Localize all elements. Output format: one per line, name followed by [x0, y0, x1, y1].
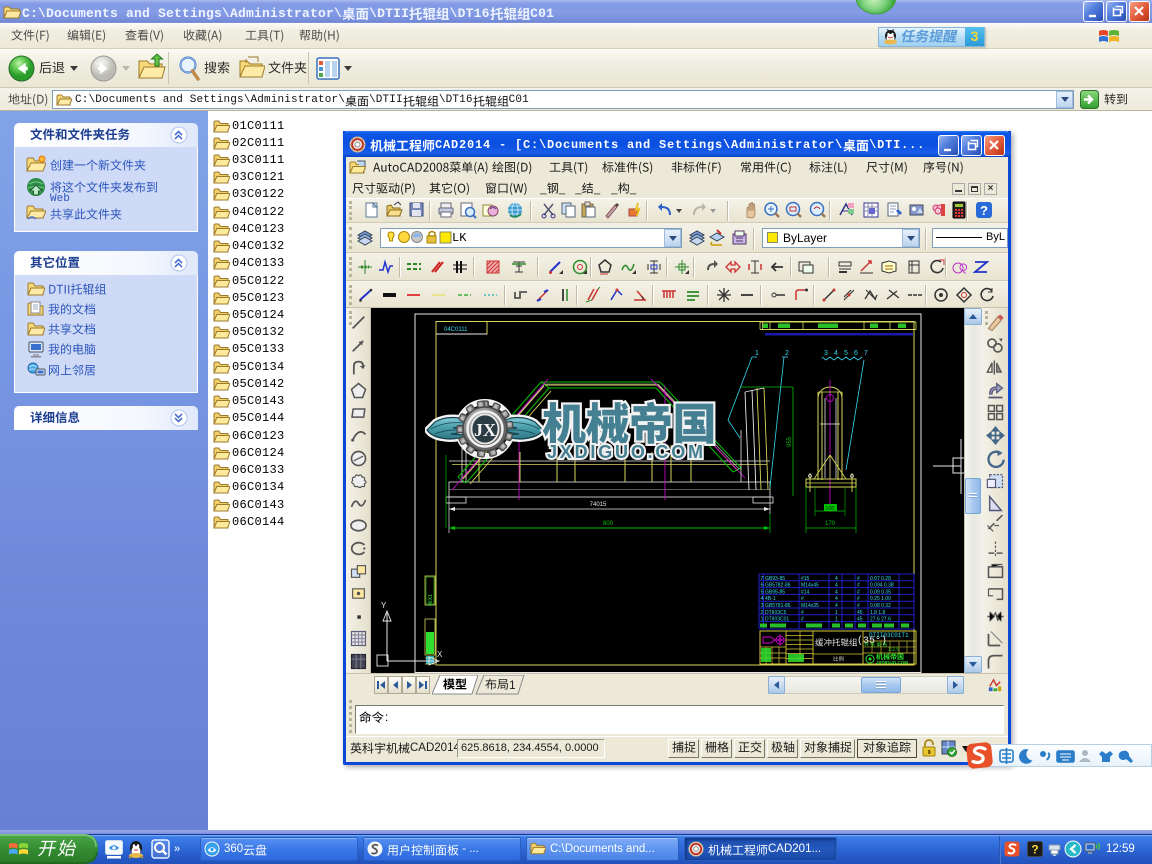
- svg-text:08X1: 08X1: [428, 594, 434, 606]
- svg-text:2: 2: [785, 350, 789, 357]
- svg-text:#: #: [857, 603, 860, 609]
- svg-text:1: 1: [761, 617, 764, 623]
- svg-text:45: 45: [857, 617, 863, 623]
- svg-text:#: #: [801, 610, 804, 616]
- svg-text:#15: #15: [801, 576, 810, 582]
- svg-text:#14: #14: [801, 589, 810, 595]
- svg-text:0.25 1.00: 0.25 1.00: [870, 596, 891, 602]
- svg-text:955: 955: [787, 436, 793, 447]
- svg-text:4: 4: [834, 350, 838, 357]
- svg-text:0.09 0.35: 0.09 0.35: [870, 589, 891, 595]
- svg-text:27.6 27.6: 27.6 27.6: [870, 617, 891, 623]
- svg-text:2: 2: [761, 610, 764, 616]
- svg-text:M14x35: M14x35: [801, 603, 819, 609]
- svg-text:4: 4: [835, 583, 838, 589]
- svg-text:6: 6: [761, 583, 764, 589]
- svg-text:4: 4: [835, 603, 838, 609]
- svg-text:M14x45: M14x45: [801, 583, 819, 589]
- svg-text:0.07 0.28: 0.07 0.28: [870, 576, 891, 582]
- svg-text:#: #: [857, 596, 860, 602]
- svg-text:6: 6: [854, 350, 858, 357]
- svg-text:100: 100: [825, 506, 834, 512]
- svg-text:?: ?: [980, 203, 988, 218]
- svg-text:GB93-85: GB93-85: [765, 576, 785, 582]
- svg-text:45: 45: [857, 610, 863, 616]
- svg-text:DTII03C01: DTII03C01: [765, 617, 789, 623]
- svg-text:1: 1: [835, 610, 838, 616]
- svg-text:1.8 1.8: 1.8 1.8: [870, 610, 886, 616]
- svg-text:GB95-85: GB95-85: [765, 589, 785, 595]
- svg-text:04C0111: 04C0111: [444, 327, 468, 333]
- svg-text:4B-1: 4B-1: [765, 596, 776, 602]
- svg-text:4: 4: [835, 576, 838, 582]
- svg-text:GB5782-86: GB5782-86: [765, 583, 791, 589]
- svg-text:1: 1: [835, 617, 838, 623]
- svg-text:#: #: [857, 576, 860, 582]
- svg-text:?: ?: [1031, 843, 1038, 857]
- svg-text:3: 3: [761, 603, 764, 609]
- svg-text:X: X: [437, 650, 443, 659]
- svg-text:#: #: [801, 596, 804, 602]
- svg-text:1: 1: [755, 350, 759, 357]
- svg-text:7: 7: [864, 350, 868, 357]
- svg-text:4: 4: [835, 596, 838, 602]
- svg-text:0.094 0.38: 0.094 0.38: [870, 583, 894, 589]
- svg-text:#: #: [857, 583, 860, 589]
- svg-text:4: 4: [835, 589, 838, 595]
- svg-text:4: 4: [761, 596, 764, 602]
- svg-text:#: #: [857, 589, 860, 595]
- svg-text:#: #: [801, 617, 804, 623]
- svg-text:GB5781-86: GB5781-86: [765, 603, 791, 609]
- svg-text:170: 170: [825, 521, 836, 527]
- svg-text:5: 5: [844, 350, 848, 357]
- svg-text:Q: Q: [959, 262, 968, 274]
- svg-text:JX: JX: [474, 420, 496, 440]
- svg-text:DTII03C5: DTII03C5: [765, 610, 787, 616]
- svg-text:3: 3: [824, 350, 828, 357]
- svg-text:Y: Y: [381, 601, 387, 610]
- svg-text:800: 800: [603, 521, 614, 527]
- svg-text:7: 7: [761, 576, 764, 582]
- svg-text:0.08 0.32: 0.08 0.32: [870, 603, 891, 609]
- svg-text:5: 5: [761, 589, 764, 595]
- svg-text:JXDIGUO.COM: JXDIGUO.COM: [547, 442, 706, 462]
- svg-text:74015: 74015: [590, 502, 607, 508]
